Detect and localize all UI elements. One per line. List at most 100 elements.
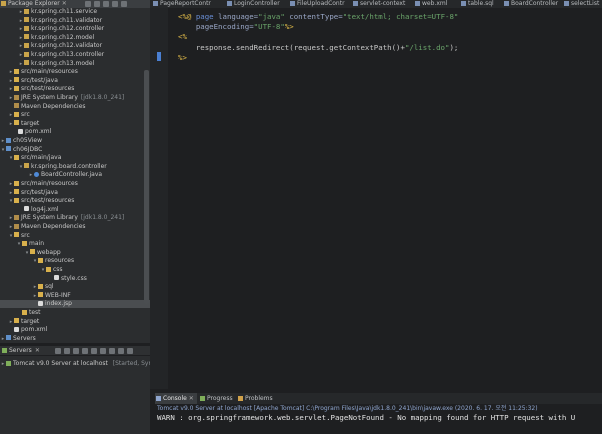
close-icon[interactable]: ✕: [62, 0, 67, 7]
tree-item[interactable]: pom.xml: [0, 326, 47, 334]
tab-console[interactable]: Console ✕: [155, 393, 197, 404]
tree-item[interactable]: test: [0, 309, 41, 317]
tree-item[interactable]: ▾ src: [0, 232, 30, 240]
tree-item-label: src/test/resources: [21, 197, 75, 205]
editor-tab[interactable]: servlet-context: [352, 0, 412, 8]
editor-tab-label: PageReportContr: [160, 0, 211, 7]
tree-item[interactable]: ▸ target: [0, 318, 40, 326]
folder-icon: [22, 240, 27, 246]
tree-item[interactable]: ▾ ch06JDBC: [0, 146, 43, 154]
package-explorer-tab[interactable]: Package Explorer ✕: [0, 0, 150, 8]
code-editor[interactable]: <%@ page language="java" contentType="te…: [168, 8, 602, 389]
tab-progress[interactable]: Progress: [199, 393, 235, 404]
debug-server-icon[interactable]: [55, 348, 61, 354]
tree-item[interactable]: ▾ resources: [0, 257, 74, 265]
tree-item[interactable]: ▾ main: [0, 240, 44, 248]
editor-tab[interactable]: web.xml: [414, 0, 458, 8]
tree-item[interactable]: ▸ Servers: [0, 335, 36, 343]
tree-item-label: Maven Dependencies: [21, 223, 86, 230]
tree-item[interactable]: ▸ kr.spring.ch11.service: [0, 8, 97, 16]
tree-item[interactable]: ▸ kr.spring.ch13.model: [0, 60, 94, 68]
servers-icon: [2, 347, 7, 353]
stop-server-icon[interactable]: [82, 348, 88, 354]
tree-item[interactable]: ▸ kr.spring.ch12.model: [0, 34, 94, 42]
tree-item[interactable]: Maven Dependencies: [0, 103, 86, 111]
servers-close-icon[interactable]: ✕: [35, 347, 40, 354]
tree-item-label: WEB-INF: [45, 291, 71, 299]
tree-item[interactable]: ▾ css: [0, 266, 63, 274]
collapse-all-icon[interactable]: [85, 1, 91, 7]
tree-item[interactable]: log4j.xml: [0, 206, 59, 214]
tree-item[interactable]: ▸ src/test/java: [0, 77, 58, 85]
servers-menu-icon[interactable]: [109, 348, 115, 354]
folder-icon: [22, 309, 27, 315]
tree-item[interactable]: ▸ ch05View: [0, 137, 42, 145]
tree-item[interactable]: ▾ src/main/java: [0, 154, 62, 162]
editor-tab[interactable]: LoginController: [226, 0, 287, 8]
minimize-icon[interactable]: [112, 1, 118, 7]
maximize-icon[interactable]: [121, 1, 127, 7]
tree-item[interactable]: ▸ BoardController.java: [0, 171, 102, 179]
tree-item-decoration: [jdk1.8.0_241]: [80, 214, 125, 222]
scriptlet-open: <%: [178, 32, 187, 41]
start-server-icon[interactable]: [64, 348, 70, 354]
servers-maximize-icon[interactable]: [127, 348, 133, 354]
library-icon: [14, 214, 19, 220]
tree-item[interactable]: ▸ WEB-INF: [0, 292, 71, 300]
servers-title: Servers: [9, 347, 32, 354]
tree-item[interactable]: ▸ src/main/resources: [0, 68, 78, 76]
jsp-directive-close: %>: [284, 22, 294, 31]
tree-item[interactable]: ▸ kr.spring.ch12.validator: [0, 42, 102, 50]
tab-problems[interactable]: Problems: [237, 393, 277, 404]
redirect-call: response.sendRedirect(request.getContext…: [195, 43, 405, 52]
tree-item[interactable]: index.jsp: [0, 300, 150, 309]
editor-tab[interactable]: BoardController: [503, 0, 561, 8]
tab-console-label: Console: [163, 395, 187, 402]
editor-tab-label: web.xml: [422, 0, 448, 7]
expand-chevron-icon[interactable]: ▸: [28, 171, 34, 179]
tree-item[interactable]: ▸ sql: [0, 283, 54, 291]
tree-item[interactable]: style.css: [0, 275, 87, 283]
tree-item[interactable]: ▸ kr.spring.ch12.controller: [0, 25, 104, 33]
profile-server-icon[interactable]: [73, 348, 79, 354]
tree-item[interactable]: ▸ src/test/java: [0, 189, 58, 197]
tree-item-label: src/main/resources: [21, 180, 78, 187]
tree-item[interactable]: ▾ kr.spring.board.controller: [0, 163, 107, 171]
file-tab-icon: [290, 0, 295, 6]
tree-item[interactable]: ▸ src: [0, 111, 30, 119]
server-entry[interactable]: ▸ Tomcat v9.0 Server at localhost [Starte…: [0, 360, 169, 368]
explorer-scrollbar[interactable]: [144, 70, 149, 304]
language-value: "java": [258, 12, 285, 21]
tree-item[interactable]: ▸ JRE System Library [jdk1.8.0_241]: [0, 94, 125, 102]
console-close-icon[interactable]: ✕: [189, 395, 194, 402]
tree-item[interactable]: ▸ src/test/resources: [0, 85, 75, 93]
tree-item[interactable]: ▸ src/main/resources: [0, 180, 78, 188]
editor-tab[interactable]: FileUploadContr: [289, 0, 350, 8]
servers-view-header[interactable]: Servers ✕: [0, 346, 150, 355]
jsp-directive-open: <%@: [178, 12, 192, 21]
tree-item-label: src: [21, 231, 30, 239]
console-output[interactable]: WARN : org.springframework.web.servlet.P…: [155, 413, 602, 434]
tree-item[interactable]: pom.xml: [0, 128, 51, 136]
link-with-editor-icon[interactable]: [94, 1, 100, 7]
tree-item[interactable]: ▸ Maven Dependencies: [0, 223, 86, 231]
page-encoding-value: "UTF-8": [253, 22, 285, 31]
tree-item[interactable]: ▸ JRE System Library [jdk1.8.0_241]: [0, 214, 125, 222]
tree-item[interactable]: ▾ src/test/resources: [0, 197, 75, 205]
server-entry-label: Tomcat v9.0 Server at localhost: [13, 360, 108, 367]
tree-item[interactable]: ▸ kr.spring.ch13.controller: [0, 51, 104, 59]
tree-item[interactable]: ▸ kr.spring.ch11.validator: [0, 17, 102, 25]
tree-item[interactable]: ▸ target: [0, 120, 40, 128]
editor-tab[interactable]: selectList.jsp: [563, 0, 600, 8]
servers-minimize-icon[interactable]: [118, 348, 124, 354]
editor-tab[interactable]: table.sql: [460, 0, 501, 8]
tree-item-label: kr.spring.ch12.model: [31, 33, 95, 41]
page-encoding-attr: pageEncoding=: [195, 22, 254, 31]
disconnect-icon[interactable]: [100, 348, 106, 354]
view-menu-icon[interactable]: [103, 1, 109, 7]
tree-item-label: test: [29, 309, 41, 316]
package-icon: [24, 51, 29, 57]
tree-item[interactable]: ▾ webapp: [0, 249, 61, 257]
publish-icon[interactable]: [91, 348, 97, 354]
editor-tab[interactable]: PageReportContr: [152, 0, 224, 8]
